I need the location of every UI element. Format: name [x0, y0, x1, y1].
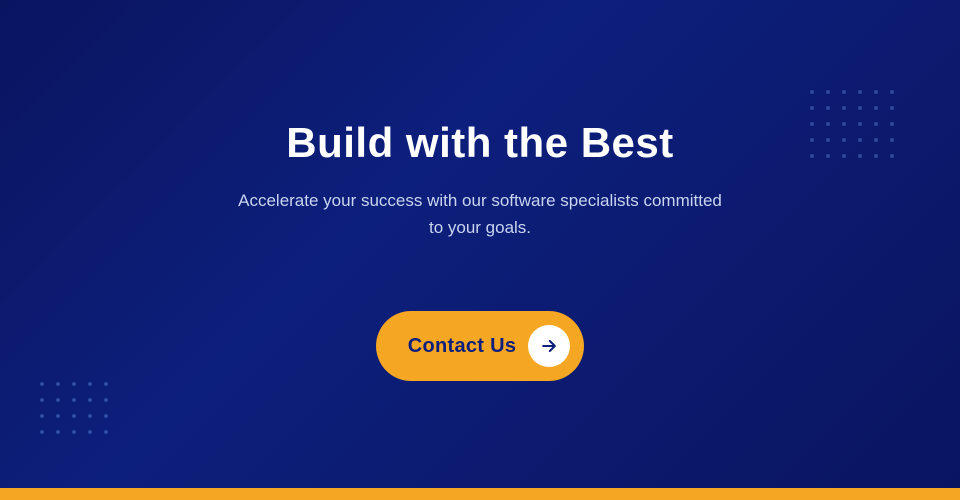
contact-us-button[interactable]: Contact Us — [376, 311, 585, 381]
bottom-accent-bar — [0, 488, 960, 500]
hero-section: Build with the Best Accelerate your succ… — [0, 0, 960, 500]
hero-subtitle: Accelerate your success with our softwar… — [230, 187, 730, 241]
hero-content: Build with the Best Accelerate your succ… — [130, 119, 830, 381]
arrow-right-icon — [528, 325, 570, 367]
contact-us-label: Contact Us — [408, 335, 517, 358]
hero-title: Build with the Best — [286, 119, 674, 167]
dots-decoration-bottom-left — [40, 382, 114, 440]
